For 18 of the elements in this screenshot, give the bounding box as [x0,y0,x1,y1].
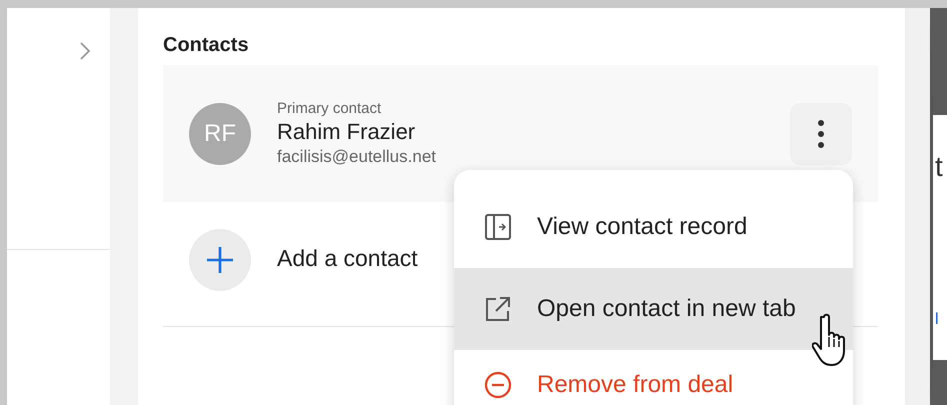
add-contact-label[interactable]: Add a contact [277,245,418,272]
contact-role: Primary contact [277,100,382,117]
avatar: RF [189,102,251,164]
chevron-right-icon[interactable] [80,42,90,60]
contact-email: facilisis@eutellus.net [277,147,437,167]
heading-text: t [935,153,944,181]
contact-name: Rahim Frazier [277,119,416,145]
menu-item[interactable]: Remove from deal [454,350,853,405]
minus-circle-icon [484,371,512,399]
menu-item[interactable]: Open contact in new tab [454,268,853,350]
section-title: Contacts [163,34,250,57]
plus-icon [205,245,235,275]
panel-icon [484,213,512,241]
link-text[interactable]: l [935,311,947,329]
external-link-icon [484,295,512,323]
more-options-button[interactable] [790,102,852,164]
menu-item[interactable]: View contact record [454,186,853,268]
kebab-icon [817,118,825,148]
